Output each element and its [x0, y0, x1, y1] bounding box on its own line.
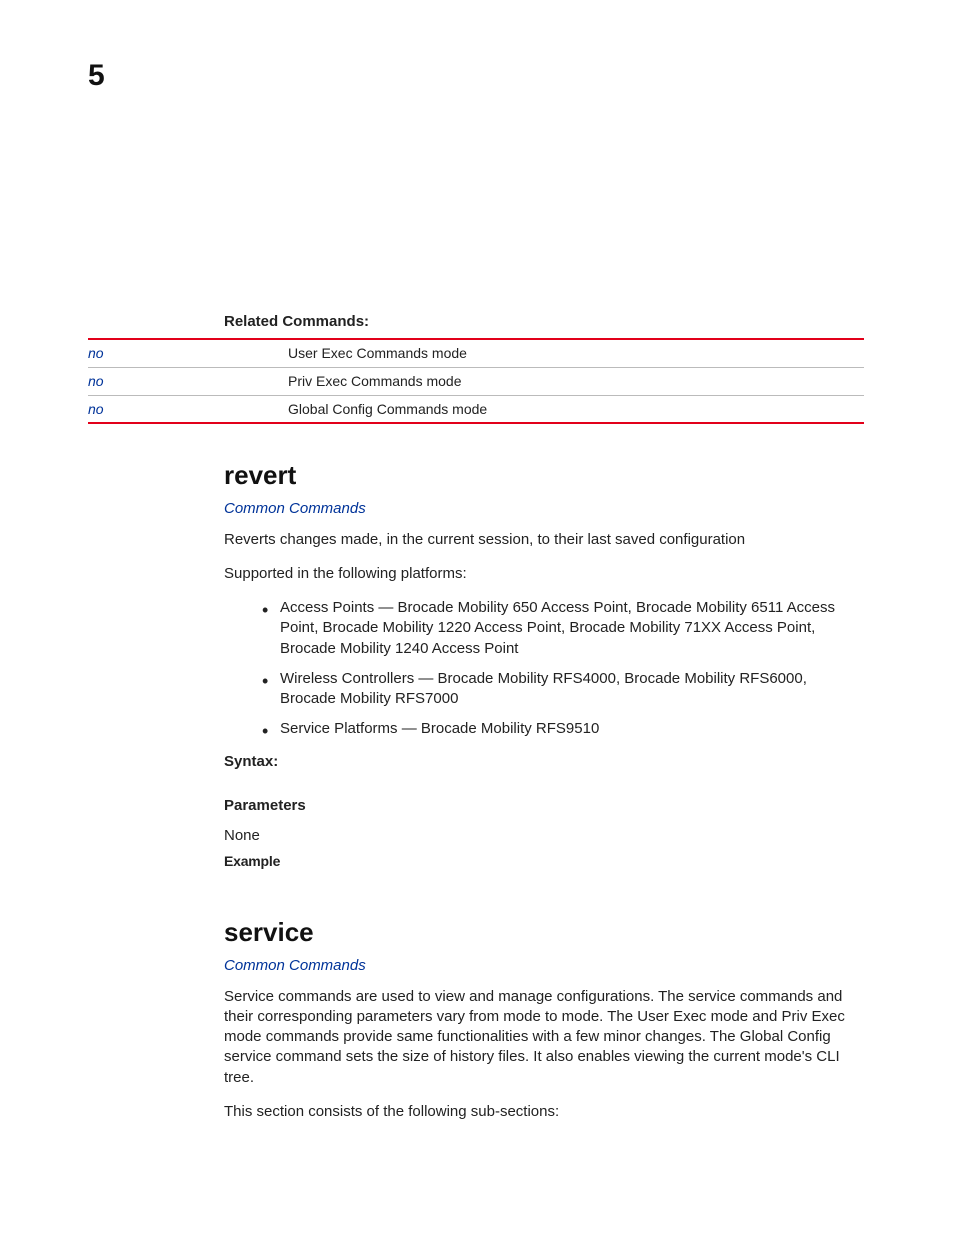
table-row: no Priv Exec Commands mode: [88, 367, 864, 395]
list-item: Access Points — Brocade Mobility 650 Acc…: [224, 598, 864, 659]
parameters-heading: Parameters: [224, 796, 864, 816]
related-commands-heading: Related Commands:: [224, 312, 864, 332]
command-link[interactable]: no: [88, 395, 288, 423]
related-commands-table: no User Exec Commands mode no Priv Exec …: [88, 338, 864, 424]
example-heading: Example: [224, 852, 864, 871]
command-link[interactable]: no: [88, 367, 288, 395]
common-commands-link[interactable]: Common Commands: [224, 499, 366, 519]
chapter-number: 5: [88, 56, 105, 97]
list-item: Service Platforms — Brocade Mobility RFS…: [224, 719, 864, 739]
command-link[interactable]: no: [88, 339, 288, 367]
common-commands-link[interactable]: Common Commands: [224, 956, 366, 976]
syntax-heading: Syntax:: [224, 752, 864, 772]
parameters-value: None: [224, 826, 864, 846]
list-item: Wireless Controllers — Brocade Mobility …: [224, 669, 864, 710]
section-heading-service: service: [224, 915, 864, 950]
section-heading-revert: revert: [224, 458, 864, 493]
revert-description: Reverts changes made, in the current ses…: [224, 530, 864, 550]
platforms-list: Access Points — Brocade Mobility 650 Acc…: [224, 598, 864, 740]
command-desc: User Exec Commands mode: [288, 339, 864, 367]
command-desc: Priv Exec Commands mode: [288, 367, 864, 395]
table-row: no Global Config Commands mode: [88, 395, 864, 423]
supported-intro: Supported in the following platforms:: [224, 564, 864, 584]
subsections-intro: This section consists of the following s…: [224, 1102, 864, 1122]
table-row: no User Exec Commands mode: [88, 339, 864, 367]
command-desc: Global Config Commands mode: [288, 395, 864, 423]
service-description: Service commands are used to view and ma…: [224, 987, 864, 1088]
